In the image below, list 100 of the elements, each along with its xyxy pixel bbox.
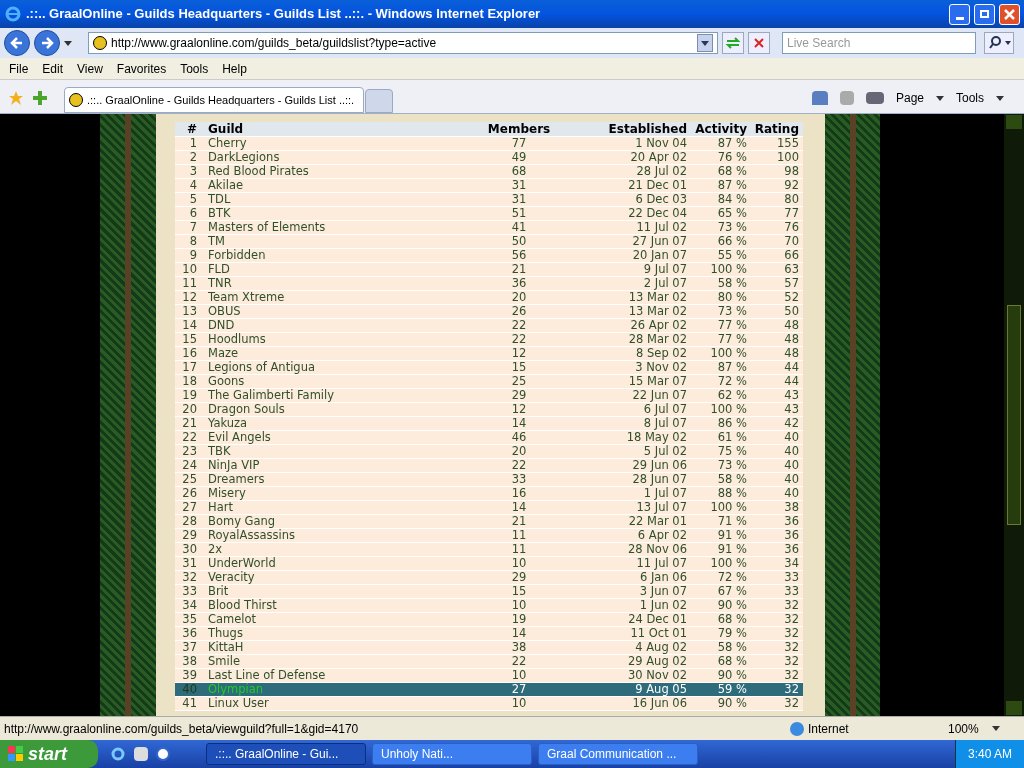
table-row[interactable]: 11 TNR 36 2 Jul 07 58 % 57	[175, 277, 803, 291]
caret-icon[interactable]	[936, 95, 944, 101]
table-cell-text: Evil Angels	[207, 431, 272, 444]
table-row[interactable]: 32 Veracity 29 6 Jan 06 72 % 33	[175, 571, 803, 585]
menu-item[interactable]: Edit	[35, 59, 71, 78]
address-field[interactable]: http://www.graalonline.com/guilds_beta/guildslist?type=active	[88, 32, 718, 54]
table-cell-text: 27 Jun 07	[631, 235, 687, 248]
minimize-button[interactable]	[949, 3, 970, 25]
table-cell-text: 87 %	[716, 361, 747, 374]
table-row[interactable]: 39 Last Line of Defense 10 30 Nov 02 90 % 32	[175, 669, 803, 683]
table-cell-text: 67 %	[716, 585, 747, 598]
table-cell-text: 100 %	[709, 347, 747, 360]
caret-icon[interactable]	[992, 726, 1000, 731]
table-cell-text: 1	[188, 137, 198, 150]
table-row[interactable]: 12 Team Xtreme 20 13 Mar 02 80 % 52	[175, 291, 803, 305]
table-cell-text: 38	[181, 655, 198, 668]
table-row[interactable]: 41 Linux User 10 16 Jun 06 90 % 32	[175, 697, 803, 711]
table-cell-text: 37	[181, 641, 198, 654]
table-row[interactable]: 2 DarkLegions 49 20 Apr 02 76 % 100	[175, 151, 803, 165]
table-row[interactable]: 30 2x 11 28 Nov 06 91 % 36	[175, 543, 803, 557]
table-row[interactable]: 7 Masters of Elements 41 11 Jul 02 73 % 76	[175, 221, 803, 235]
table-cell-text: Forbidden	[207, 249, 267, 262]
command-menu-button[interactable]: Page	[895, 89, 924, 107]
table-cell-text: 13 Jul 07	[635, 501, 687, 514]
browser-launch-icon[interactable]	[110, 746, 126, 762]
close-button[interactable]	[999, 3, 1020, 25]
table-cell-text: Yakuza	[207, 417, 249, 430]
table-row[interactable]: 9 Forbidden 56 20 Jan 07 55 % 66	[175, 249, 803, 263]
command-menu-button[interactable]: Tools	[956, 89, 984, 107]
favorites-star-icon[interactable]	[8, 90, 24, 106]
table-row[interactable]: 4 Akilae 31 21 Dec 01 87 % 92	[175, 179, 803, 193]
table-row[interactable]: 17 Legions of Antigua 15 3 Nov 02 87 % 44	[175, 361, 803, 375]
table-row[interactable]: 36 Thugs 14 11 Oct 01 79 % 32	[175, 627, 803, 641]
forward-button[interactable]	[34, 30, 60, 56]
table-row[interactable]: 5 TDL 31 6 Dec 03 84 % 80	[175, 193, 803, 207]
table-row[interactable]: 38 Smile 22 29 Aug 02 68 % 32	[175, 655, 803, 669]
table-cell-text: 48	[783, 347, 800, 360]
table-row[interactable]: 20 Dragon Souls 12 6 Jul 07 100 % 43	[175, 403, 803, 417]
table-row[interactable]: 37 KittaH 38 4 Aug 02 58 % 32	[175, 641, 803, 655]
table-row[interactable]: 13 OBUS 26 13 Mar 02 73 % 50	[175, 305, 803, 319]
table-row[interactable]: 29 RoyalAssassins 11 6 Apr 02 91 % 36	[175, 529, 803, 543]
minimize-icon	[955, 16, 964, 20]
taskbar-button[interactable]: .::.. GraalOnline - Gui...	[206, 743, 366, 765]
table-row[interactable]: 10 FLD 21 9 Jul 07 100 % 63	[175, 263, 803, 277]
menu-item[interactable]: Favorites	[109, 59, 174, 78]
table-cell-text: Legions of Antigua	[207, 361, 316, 374]
table-cell-text: Dreamers	[207, 473, 266, 486]
menu-item[interactable]: Help	[215, 59, 254, 78]
table-row[interactable]: 14 DND 22 26 Apr 02 77 % 48	[175, 319, 803, 333]
table-cell-text: 29	[510, 571, 528, 584]
table-row[interactable]: 33 Brit 15 3 Jun 07 67 % 33	[175, 585, 803, 599]
table-row[interactable]: 27 Hart 14 13 Jul 07 100 % 38	[175, 501, 803, 515]
media-player-icon[interactable]	[156, 747, 170, 761]
search-field[interactable]: Live Search	[782, 32, 976, 54]
dropdown-caret-icon[interactable]	[64, 40, 72, 46]
table-row[interactable]: 34 Blood Thirst 10 1 Jun 02 90 % 32	[175, 599, 803, 613]
table-cell-text: 40	[783, 473, 800, 486]
caret-icon[interactable]	[996, 95, 1004, 101]
browser-tab[interactable]: .::.. GraalOnline - Guilds Headquarters - Guilds List ..::.	[64, 87, 364, 113]
table-cell-text: Dragon Souls	[207, 403, 286, 416]
table-row[interactable]: 15 Hoodlums 22 28 Mar 02 77 % 48	[175, 333, 803, 347]
table-cell-text: Akilae	[207, 179, 245, 192]
menu-item[interactable]: File	[2, 59, 36, 78]
restore-button[interactable]	[974, 3, 995, 25]
refresh-button[interactable]	[722, 32, 744, 54]
table-row[interactable]: 40 Olympian 27 9 Aug 05 59 % 32	[175, 683, 803, 697]
table-row[interactable]: 18 Goons 25 15 Mar 07 72 % 44	[175, 375, 803, 389]
table-row[interactable]: 8 TM 50 27 Jun 07 66 % 70	[175, 235, 803, 249]
menu-item[interactable]: Tools	[173, 59, 216, 78]
table-row[interactable]: 1 Cherry 77 1 Nov 04 87 % 155	[175, 137, 803, 151]
table-row[interactable]: 26 Misery 16 1 Jul 07 88 % 40	[175, 487, 803, 501]
taskbar-button[interactable]: Unholy Nati...	[372, 743, 532, 765]
table-cell-text: 22 Jun 07	[631, 389, 687, 402]
table-row[interactable]: 3 Red Blood Pirates 68 28 Jul 02 68 % 98	[175, 165, 803, 179]
table-row[interactable]: 23 TBK 20 5 Jul 02 75 % 40	[175, 445, 803, 459]
zoom-level[interactable]: 100%	[948, 719, 992, 738]
table-row[interactable]: 6 BTK 51 22 Dec 04 65 % 77	[175, 207, 803, 221]
taskbar-button[interactable]: Graal Communication ...	[538, 743, 698, 765]
table-cell-text: 5 Jul 02	[642, 445, 687, 458]
table-cell-text: 42	[783, 417, 800, 430]
table-row[interactable]: 21 Yakuza 14 8 Jul 07 86 % 42	[175, 417, 803, 431]
start-button[interactable]: start	[0, 740, 98, 768]
back-button[interactable]	[4, 30, 30, 56]
table-row[interactable]: 19 The Galimberti Family 29 22 Jun 07 62 % 43	[175, 389, 803, 403]
table-cell-text: 33	[783, 585, 800, 598]
table-row[interactable]: 31 UnderWorld 10 11 Jul 07 100 % 34	[175, 557, 803, 571]
add-favorite-icon[interactable]	[32, 90, 48, 106]
table-row[interactable]: 25 Dreamers 33 28 Jun 07 58 % 40	[175, 473, 803, 487]
stop-button[interactable]	[748, 32, 770, 54]
table-row[interactable]: 24 NinJa VIP 22 29 Jun 06 73 % 40	[175, 459, 803, 473]
menu-item[interactable]: View	[70, 59, 110, 78]
table-cell-text: 39	[181, 669, 198, 682]
table-cell-text: 70	[783, 235, 800, 248]
table-row[interactable]: 16 Maze 12 8 Sep 02 100 % 48	[175, 347, 803, 361]
table-row[interactable]: 35 Camelot 19 24 Dec 01 68 % 32	[175, 613, 803, 627]
scrollbar[interactable]	[1004, 114, 1024, 716]
search-button[interactable]	[984, 32, 1014, 54]
table-row[interactable]: 22 Evil Angels 46 18 May 02 61 % 40	[175, 431, 803, 445]
address-dropdown-button[interactable]	[697, 34, 713, 52]
table-row[interactable]: 28 Bomy Gang 21 22 Mar 01 71 % 36	[175, 515, 803, 529]
